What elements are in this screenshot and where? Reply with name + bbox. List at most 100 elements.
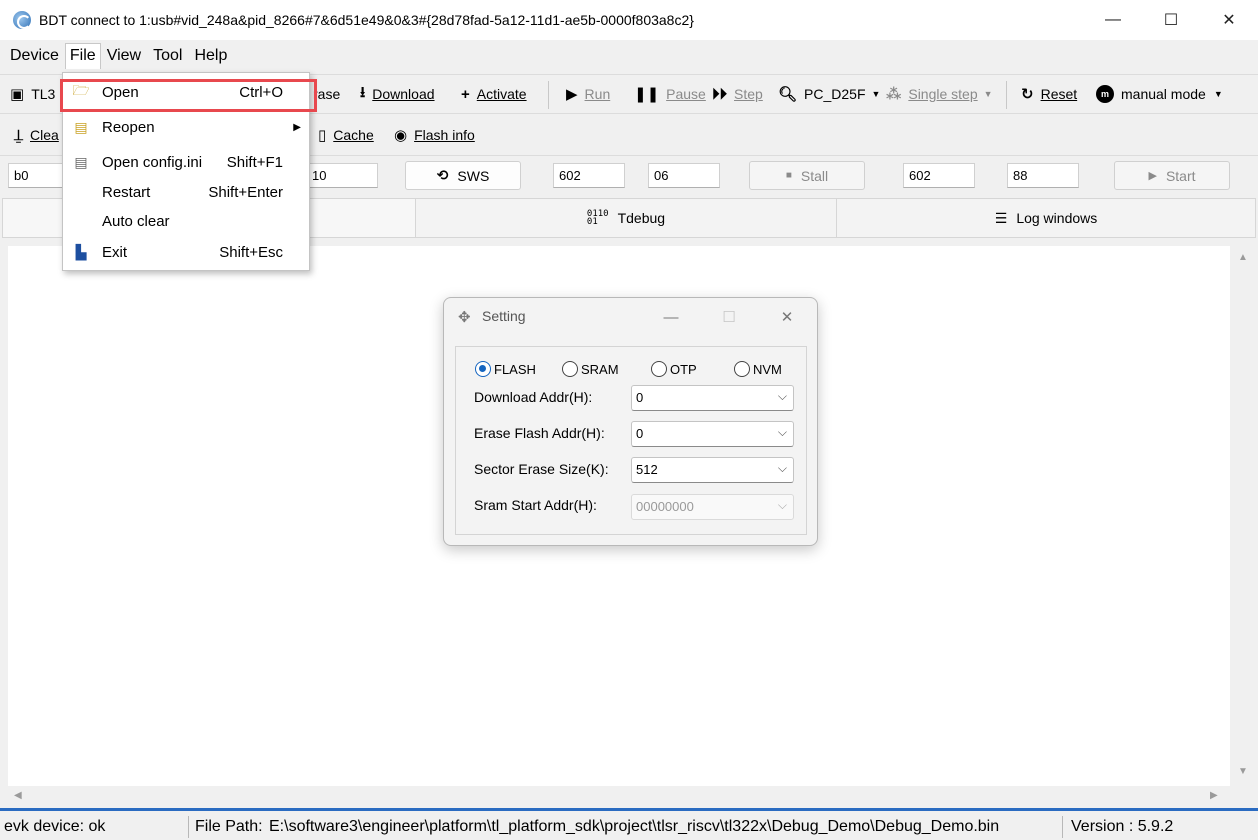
reset-label: Reset xyxy=(1040,86,1078,102)
tab-tdebug-label: Tdebug xyxy=(617,210,666,226)
maximize-button[interactable]: ☐ xyxy=(1142,0,1200,40)
reset-button[interactable]: ↻ Reset xyxy=(1021,75,1077,113)
field-2[interactable]: 10 xyxy=(306,163,378,188)
menu-tool[interactable]: Tool xyxy=(147,43,188,70)
config-icon: ▤ xyxy=(74,153,88,170)
exit-icon: ▙ xyxy=(75,243,87,260)
download-addr-value: 0 xyxy=(636,390,644,405)
settings-icon: ✥ xyxy=(458,309,471,326)
dialog-minimize-button[interactable]: — xyxy=(656,306,686,328)
field-1[interactable]: b0 xyxy=(8,163,66,188)
radio-flash[interactable]: FLASH xyxy=(475,361,536,377)
menu-help[interactable]: Help xyxy=(188,43,233,70)
tab-log-windows[interactable]: ☰ Log windows xyxy=(836,199,1255,237)
erase-label: rase xyxy=(313,86,341,102)
sram-start-addr-combo[interactable]: 00000000 ⌵ xyxy=(631,494,794,520)
menu-item-auto-clear[interactable]: Auto clear xyxy=(63,207,309,235)
broom-icon: ⍊ xyxy=(14,126,24,144)
start-label: Start xyxy=(1165,167,1196,184)
mode-icon: m xyxy=(1096,85,1114,103)
flash-info-button[interactable]: ◉ Flash info xyxy=(394,116,475,154)
clear-button[interactable]: ⍊ Clea xyxy=(14,116,59,154)
window-controls: — ☐ ✕ xyxy=(1084,0,1258,40)
erase-button[interactable]: rase xyxy=(313,75,340,113)
play-icon: ▶ xyxy=(1148,170,1157,182)
sector-erase-size-combo[interactable]: 512 ⌵ xyxy=(631,457,794,483)
sync-icon: ⟲ xyxy=(436,167,449,183)
activate-button[interactable]: + Activate xyxy=(461,75,527,113)
binary-icon: 0110 01 xyxy=(586,209,609,227)
close-button[interactable]: ✕ xyxy=(1200,0,1258,40)
pc-dropdown[interactable]: 🔍︎ PC_D25F ▼ xyxy=(778,75,880,113)
chevron-down-icon: ⌵ xyxy=(777,389,787,403)
erase-flash-addr-combo[interactable]: 0 ⌵ xyxy=(631,421,794,447)
erase-flash-addr-value: 0 xyxy=(636,426,644,441)
eye-icon: ◉ xyxy=(394,127,408,144)
pc-label: PC_D25F xyxy=(804,86,866,102)
menu-bar: Device File View Tool Help xyxy=(0,40,1258,72)
file-path: E:\software3\engineer\platform\tl_platfo… xyxy=(269,817,1000,835)
menu-item-exit[interactable]: ▙ Exit Shift+Esc xyxy=(63,238,309,266)
mode-label: manual mode xyxy=(1121,86,1206,102)
field-3[interactable]: 602 xyxy=(553,163,625,188)
field-6[interactable]: 88 xyxy=(1007,163,1079,188)
chevron-down-icon: ▼ xyxy=(1213,89,1223,99)
menu-item-open-config[interactable]: ▤ Open config.ini Shift+F1 xyxy=(63,148,309,176)
horizontal-scrollbar[interactable]: ◀ ▶ xyxy=(8,786,1233,806)
menu-view[interactable]: View xyxy=(101,43,147,70)
cache-button[interactable]: ▯ Cache xyxy=(318,116,374,154)
list-icon: ☰ xyxy=(994,209,1008,226)
start-button[interactable]: ▶ Start xyxy=(1114,161,1230,190)
radio-otp[interactable]: OTP xyxy=(651,361,697,377)
pause-icon: ❚❚ xyxy=(634,86,660,103)
menu-item-reopen[interactable]: ▤ Reopen ▶ xyxy=(63,113,309,141)
radio-sram[interactable]: SRAM xyxy=(562,361,619,377)
erase-flash-addr-label: Erase Flash Addr(H): xyxy=(474,425,605,441)
step-label: Step xyxy=(734,86,763,102)
chevron-down-icon: ⌵ xyxy=(777,498,787,512)
device-status: evk device: ok xyxy=(4,817,106,835)
field-4[interactable]: 06 xyxy=(648,163,720,188)
version-label: Version : 5.9.2 xyxy=(1071,817,1174,835)
field-5[interactable]: 602 xyxy=(903,163,975,188)
scroll-left-icon[interactable]: ◀ xyxy=(14,790,22,801)
stall-label: Stall xyxy=(800,167,829,184)
cache-label: Cache xyxy=(333,127,374,143)
download-button[interactable]: ⭳ Download xyxy=(360,75,435,113)
status-divider xyxy=(188,816,189,838)
dialog-close-button[interactable]: ✕ xyxy=(772,306,802,328)
run-button[interactable]: ▶ Run xyxy=(566,75,610,113)
file-path-label: File Path: xyxy=(195,817,263,835)
scroll-right-icon[interactable]: ▶ xyxy=(1210,790,1218,801)
single-step-dropdown[interactable]: ⁂ Single step ▼ xyxy=(886,75,993,113)
scroll-up-icon[interactable]: ▲ xyxy=(1238,252,1248,263)
vertical-scrollbar[interactable]: ▲ ▼ xyxy=(1233,246,1253,786)
run-label: Run xyxy=(584,86,611,102)
download-addr-combo[interactable]: 0 ⌵ xyxy=(631,385,794,411)
mode-dropdown[interactable]: m manual mode ▼ xyxy=(1096,75,1223,113)
sector-erase-size-value: 512 xyxy=(636,462,658,477)
menu-device[interactable]: Device xyxy=(4,43,65,70)
menu-item-restart[interactable]: Restart Shift+Enter xyxy=(63,178,309,206)
step-button[interactable]: ⏵⏵ Step xyxy=(712,75,763,113)
sd-card-icon: ▯ xyxy=(318,127,327,144)
scroll-down-icon[interactable]: ▼ xyxy=(1238,766,1248,777)
stall-button[interactable]: ■ Stall xyxy=(749,161,865,190)
setting-dialog: ✥ Setting — ☐ ✕ FLASH SRAM OTP NVM Downl… xyxy=(443,297,818,546)
minimize-button[interactable]: — xyxy=(1084,0,1142,40)
sram-start-addr-value: 00000000 xyxy=(636,499,694,514)
plus-icon: + xyxy=(461,85,470,103)
chip-button[interactable]: ▣ TL3 xyxy=(10,75,55,113)
chip-label: TL3 xyxy=(31,86,56,102)
radio-sram-label: SRAM xyxy=(581,361,619,377)
dialog-maximize-button[interactable]: ☐ xyxy=(714,306,744,328)
sws-button[interactable]: ⟲ SWS xyxy=(405,161,521,190)
pause-button[interactable]: ❚❚ Pause xyxy=(634,75,706,113)
submenu-arrow-icon: ▶ xyxy=(293,121,301,133)
radio-nvm[interactable]: NVM xyxy=(734,361,782,377)
chevron-down-icon: ⌵ xyxy=(777,461,787,475)
menu-file[interactable]: File xyxy=(64,43,101,69)
dialog-body: FLASH SRAM OTP NVM Download Addr(H): 0 ⌵… xyxy=(455,346,807,535)
radio-flash-label: FLASH xyxy=(494,361,536,377)
tab-tdebug[interactable]: 0110 01 Tdebug xyxy=(415,199,836,237)
